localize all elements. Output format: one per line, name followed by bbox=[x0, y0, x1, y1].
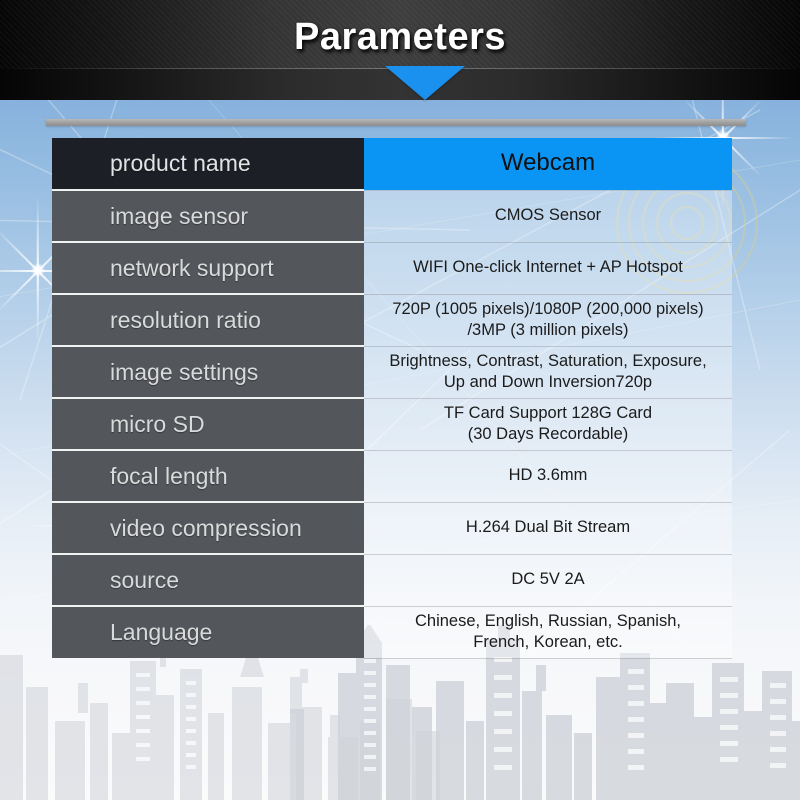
spec-label: image settings bbox=[52, 346, 364, 399]
spec-value-line: Up and Down Inversion720p bbox=[443, 373, 653, 391]
parameters-table-body: product name Webcam image sensor CMOS Se… bbox=[52, 138, 732, 659]
spec-value-line: French, Korean, etc. bbox=[473, 633, 623, 651]
table-row: Language Chinese, English, Russian, Span… bbox=[52, 606, 732, 659]
spec-value: DC 5V 2A bbox=[364, 554, 732, 607]
spec-value: TF Card Support 128G Card (30 Days Recor… bbox=[364, 398, 732, 451]
parameters-page: Parameters product name Webcam image sen… bbox=[0, 0, 800, 800]
spec-label: micro SD bbox=[52, 398, 364, 451]
table-row: image sensor CMOS Sensor bbox=[52, 190, 732, 243]
spec-value: 720P (1005 pixels)/1080P (200,000 pixels… bbox=[364, 294, 732, 347]
spec-value: Brightness, Contrast, Saturation, Exposu… bbox=[364, 346, 732, 399]
table-row: product name Webcam bbox=[52, 138, 732, 191]
spec-label: image sensor bbox=[52, 190, 364, 243]
table-row: network support WIFI One-click Internet … bbox=[52, 242, 732, 295]
spec-value: Webcam bbox=[364, 138, 732, 191]
spec-value-line: CMOS Sensor bbox=[494, 206, 602, 225]
spec-label: resolution ratio bbox=[52, 294, 364, 347]
spec-label: product name bbox=[52, 138, 364, 191]
spec-label: video compression bbox=[52, 502, 364, 555]
page-title: Parameters bbox=[293, 16, 507, 58]
spec-value-line: (30 Days Recordable) bbox=[467, 425, 629, 443]
spec-label: network support bbox=[52, 242, 364, 295]
spec-value-line: WIFI One-click Internet + AP Hotspot bbox=[413, 258, 683, 277]
table-row: focal length HD 3.6mm bbox=[52, 450, 732, 503]
spec-value-line: Brightness, Contrast, Saturation, Exposu… bbox=[389, 351, 707, 370]
spec-value-line: H.264 Dual Bit Stream bbox=[465, 518, 631, 537]
table-row: micro SD TF Card Support 128G Card (30 D… bbox=[52, 398, 732, 451]
spec-value-line: DC 5V 2A bbox=[511, 570, 585, 589]
spec-value-line: 720P (1005 pixels)/1080P (200,000 pixels… bbox=[392, 299, 704, 318]
spec-value-line: /3MP (3 million pixels) bbox=[467, 321, 629, 339]
spec-label: focal length bbox=[52, 450, 364, 503]
spec-value-line: Chinese, English, Russian, Spanish, bbox=[415, 611, 681, 630]
table-row: video compression H.264 Dual Bit Stream bbox=[52, 502, 732, 555]
spec-value-line: TF Card Support 128G Card bbox=[443, 403, 653, 422]
spec-value: HD 3.6mm bbox=[364, 450, 732, 503]
spec-value-line: Webcam bbox=[500, 149, 596, 177]
spec-value-line: HD 3.6mm bbox=[508, 466, 588, 485]
table-row: resolution ratio 720P (1005 pixels)/1080… bbox=[52, 294, 732, 347]
spec-value: Chinese, English, Russian, Spanish, Fren… bbox=[364, 606, 732, 659]
spec-value: WIFI One-click Internet + AP Hotspot bbox=[364, 242, 732, 295]
triangle-down-icon bbox=[385, 66, 465, 100]
table-row: source DC 5V 2A bbox=[52, 554, 732, 607]
table-row: image settings Brightness, Contrast, Sat… bbox=[52, 346, 732, 399]
spec-label: Language bbox=[52, 606, 364, 658]
spec-value: CMOS Sensor bbox=[364, 190, 732, 243]
spec-value: H.264 Dual Bit Stream bbox=[364, 502, 732, 555]
parameters-table: product name Webcam image sensor CMOS Se… bbox=[52, 138, 732, 659]
divider-bar bbox=[46, 119, 746, 126]
spec-label: source bbox=[52, 554, 364, 607]
